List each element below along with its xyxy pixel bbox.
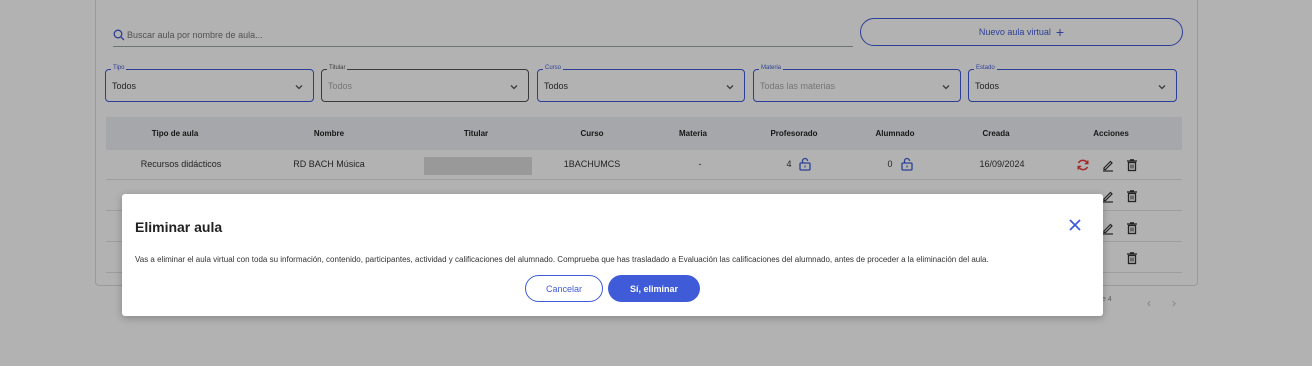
dialog-message: Vas a eliminar el aula virtual con toda …: [135, 255, 989, 264]
cancel-button[interactable]: Cancelar: [525, 275, 603, 302]
dialog-title: Eliminar aula: [135, 219, 223, 235]
confirm-delete-button[interactable]: Sí, eliminar: [608, 275, 700, 302]
close-icon[interactable]: [1067, 217, 1083, 233]
delete-classroom-dialog: Eliminar aula Vas a eliminar el aula vir…: [122, 194, 1103, 316]
